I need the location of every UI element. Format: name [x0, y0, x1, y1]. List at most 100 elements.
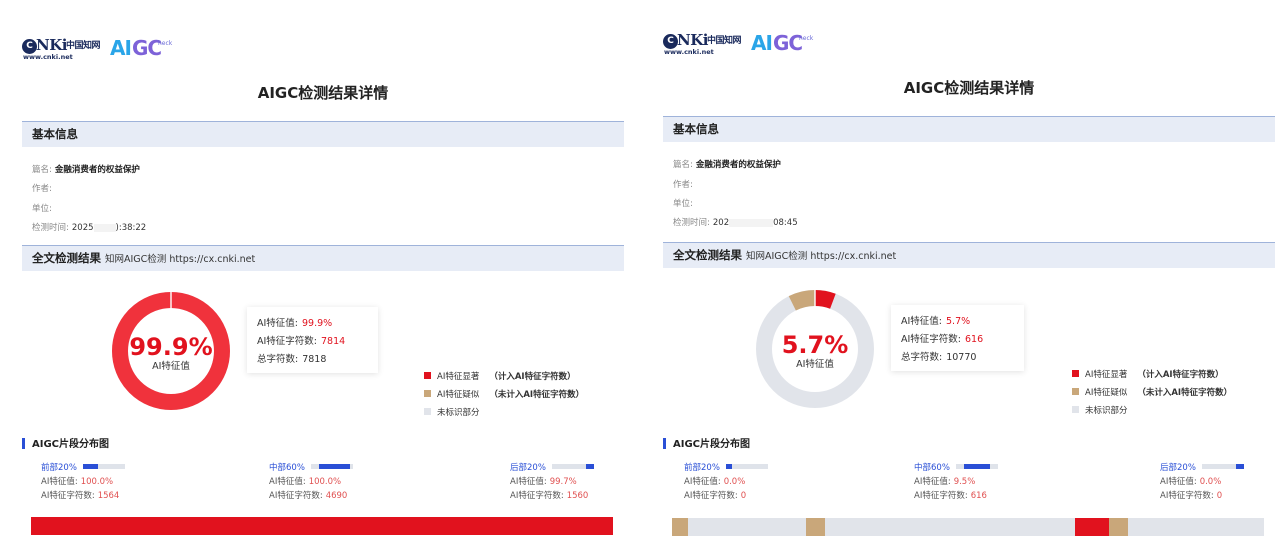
full-result-header: 全文检测结果 知网AIGC检测 https://cx.cnki.net [663, 242, 1275, 268]
legend: AI特征显著 （计入AI特征字符数） AI特征疑似 （未计入AI特征字符数） 未标识… [1072, 366, 1232, 420]
segment-mini-bar [551, 464, 594, 469]
donut-start-gap [170, 291, 172, 309]
cnki-logo-cn: 中国知网 [707, 36, 742, 46]
legend-label: AI特征显著 [1085, 370, 1128, 380]
stat-chars-number: 616 [965, 334, 984, 345]
stat-chars-label: AI特征字符数: [901, 334, 962, 345]
stat-ai-label: AI特征值: [257, 318, 299, 329]
segment-ai-number: 9.5% [953, 477, 976, 487]
stat-total-label: 总字符数: [901, 352, 943, 363]
unit-label: 单位: [673, 199, 693, 209]
segment-chars-number: 1560 [566, 491, 589, 501]
legend-item-significant: AI特征显著 （计入AI特征字符数） [424, 368, 584, 386]
legend-label: AI特征显著 [437, 372, 480, 382]
legend: AI特征显著 （计入AI特征字符数） AI特征疑似 （未计入AI特征字符数） 未标识… [424, 368, 584, 422]
segment-chars-label: AI特征字符数: [41, 491, 95, 501]
distribution-title-text: AIGC片段分布图 [673, 439, 751, 450]
aigc-logo-gc: GC [773, 31, 803, 55]
aigc-logo-heck: heck [158, 40, 173, 47]
segment-mini-bar [82, 464, 125, 469]
segment-chars-number: 1564 [97, 491, 120, 501]
ai-value-donut: 99.9% AI特征值 [111, 291, 231, 411]
legend-swatch [1072, 406, 1079, 413]
basic-info-header: 基本信息 [22, 121, 624, 147]
stat-ai-chars: AI特征字符数: 616 [901, 331, 1014, 349]
segment-ai-chars: AI特征字符数: 0 [1160, 489, 1244, 503]
author-row: 作者: [673, 178, 693, 190]
paper-title-row: 篇名: 金融消费者的权益保护 [32, 163, 140, 175]
legend-label: 未标识部分 [1085, 406, 1128, 416]
segment-back: 后部20% AI特征值: 0.0% AI特征字符数: 0 [1160, 461, 1244, 503]
segment-name: 前部20% [41, 463, 77, 473]
segment-name: 后部20% [1160, 463, 1196, 473]
legend-label: AI特征疑似 [1085, 388, 1128, 398]
stat-total-chars: 总字符数: 7818 [257, 351, 368, 369]
legend-note: （计入AI特征字符数） [489, 372, 576, 382]
stat-chars-label: AI特征字符数: [257, 336, 318, 347]
stat-total-chars: 总字符数: 10770 [901, 349, 1014, 367]
segment-head: 前部20% [41, 461, 125, 475]
distribution-bar [31, 517, 613, 535]
unit-label: 单位: [32, 204, 52, 214]
legend-item-suspect: AI特征疑似 （未计入AI特征字符数） [1072, 384, 1232, 402]
segment-front: 前部20% AI特征值: 100.0% AI特征字符数: 1564 [41, 461, 125, 503]
segment-ai-value: AI特征值: 99.7% [510, 475, 594, 489]
segment-head: 前部20% [684, 461, 768, 475]
segment-ai-label: AI特征值: [684, 477, 721, 487]
cnki-aigc-logo: C NKi 中国知网 www.cnki.net AI GC heck [22, 34, 180, 62]
legend-swatch [1072, 370, 1079, 377]
aigc-check-logo: AI GC heck [751, 31, 821, 57]
distribution-title-text: AIGC片段分布图 [32, 439, 110, 450]
segment-ai-number: 0.0% [723, 477, 746, 487]
segment-ai-chars: AI特征字符数: 4690 [269, 489, 353, 503]
distribution-segment-suspect [672, 518, 688, 536]
check-time-start: 2025 [71, 223, 94, 233]
ai-value-donut: 5.7% AI特征值 [755, 289, 875, 409]
donut-label: AI特征值 [796, 359, 834, 370]
legend-label: 未标识部分 [437, 408, 480, 418]
segment-ai-number: 100.0% [80, 477, 114, 487]
segment-mini-fill [1235, 464, 1244, 469]
paper-title: 金融消费者的权益保护 [695, 160, 781, 170]
segment-mini-bar [310, 464, 353, 469]
donut-center: 99.9% AI特征值 [111, 333, 231, 373]
segment-mini-fill [319, 464, 351, 469]
cnki-logo-url: www.cnki.net [664, 48, 714, 56]
segment-ai-chars: AI特征字符数: 0 [684, 489, 768, 503]
distribution-bar [672, 518, 1264, 536]
cnki-logo: C NKi 中国知网 www.cnki.net [663, 31, 749, 57]
full-result-title: 全文检测结果 [32, 251, 101, 265]
segment-middle: 中部60% AI特征值: 9.5% AI特征字符数: 616 [914, 461, 998, 503]
segment-ai-label: AI特征值: [41, 477, 78, 487]
paper-title-row: 篇名: 金融消费者的权益保护 [673, 158, 781, 170]
distribution-segment-significant [31, 517, 613, 535]
stat-total-number: 7818 [302, 354, 327, 365]
check-time-start: 202 [712, 218, 730, 228]
donut-center: 5.7% AI特征值 [755, 331, 875, 371]
segment-ai-number: 0.0% [1199, 477, 1222, 487]
aigc-logo-ai: AI [751, 31, 773, 55]
title-accent-bar [22, 437, 25, 449]
stats-card: AI特征值: 5.7% AI特征字符数: 616 总字符数: 10770 [891, 305, 1024, 371]
legend-note: （计入AI特征字符数） [1137, 370, 1224, 380]
segment-chars-number: 4690 [325, 491, 348, 501]
donut-percent: 99.9% [129, 333, 213, 361]
segment-front: 前部20% AI特征值: 0.0% AI特征字符数: 0 [684, 461, 768, 503]
check-time-end: 08:45 [773, 218, 798, 228]
stat-ai-chars: AI特征字符数: 7814 [257, 333, 368, 351]
cnki-c-icon: C [22, 39, 37, 54]
segment-mini-bar [955, 464, 998, 469]
legend-note: （未计入AI特征字符数） [1137, 388, 1233, 398]
legend-swatch [1072, 388, 1079, 395]
full-result-header: 全文检测结果 知网AIGC检测 https://cx.cnki.net [22, 245, 624, 271]
segment-chars-number: 0 [1216, 491, 1223, 501]
stat-ai-number: 99.9% [302, 318, 333, 329]
author-label: 作者: [32, 184, 52, 194]
donut-label: AI特征值 [152, 361, 190, 372]
segment-ai-value: AI特征值: 100.0% [41, 475, 125, 489]
segment-mini-fill [82, 464, 98, 469]
segment-ai-chars: AI特征字符数: 1560 [510, 489, 594, 503]
segment-ai-label: AI特征值: [914, 477, 951, 487]
segment-head: 后部20% [510, 461, 594, 475]
segment-head: 中部60% [269, 461, 353, 475]
